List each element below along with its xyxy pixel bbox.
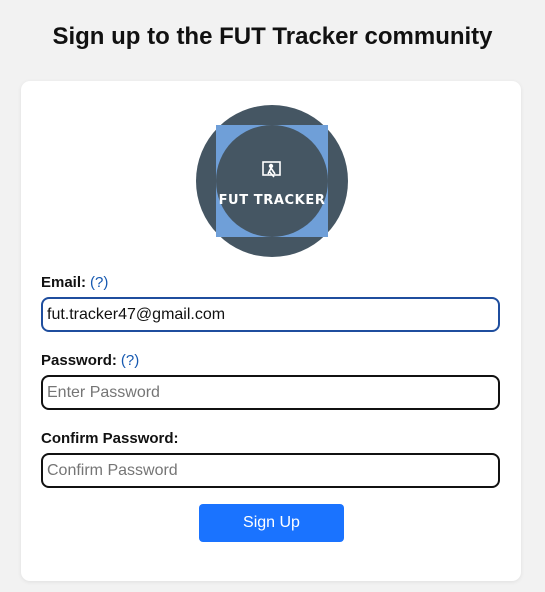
password-field[interactable]	[41, 375, 500, 410]
page-title: Sign up to the FUT Tracker community	[52, 23, 493, 50]
confirm-password-field[interactable]	[41, 453, 500, 488]
fut-tracker-logo: FUT TRACKER	[196, 105, 348, 257]
logo-inner-circle	[216, 125, 328, 237]
email-field[interactable]	[41, 297, 500, 332]
confirm-password-label-text: Confirm Password:	[41, 430, 179, 447]
confirm-password-label: Confirm Password:	[41, 430, 179, 448]
email-label-text: Email:	[41, 274, 87, 291]
sign-up-button[interactable]: Sign Up	[199, 504, 344, 542]
logo-text: FUT TRACKER	[219, 193, 326, 208]
password-label: Password: (?)	[41, 352, 139, 370]
password-help-link[interactable]: (?)	[121, 352, 139, 369]
signup-card: FUT TRACKER Email:(?) Password:(?) Confi…	[21, 81, 521, 581]
password-label-text: Password:	[41, 352, 117, 369]
email-label: Email: (?)	[41, 274, 108, 292]
email-help-link[interactable]: (?)	[90, 274, 108, 291]
